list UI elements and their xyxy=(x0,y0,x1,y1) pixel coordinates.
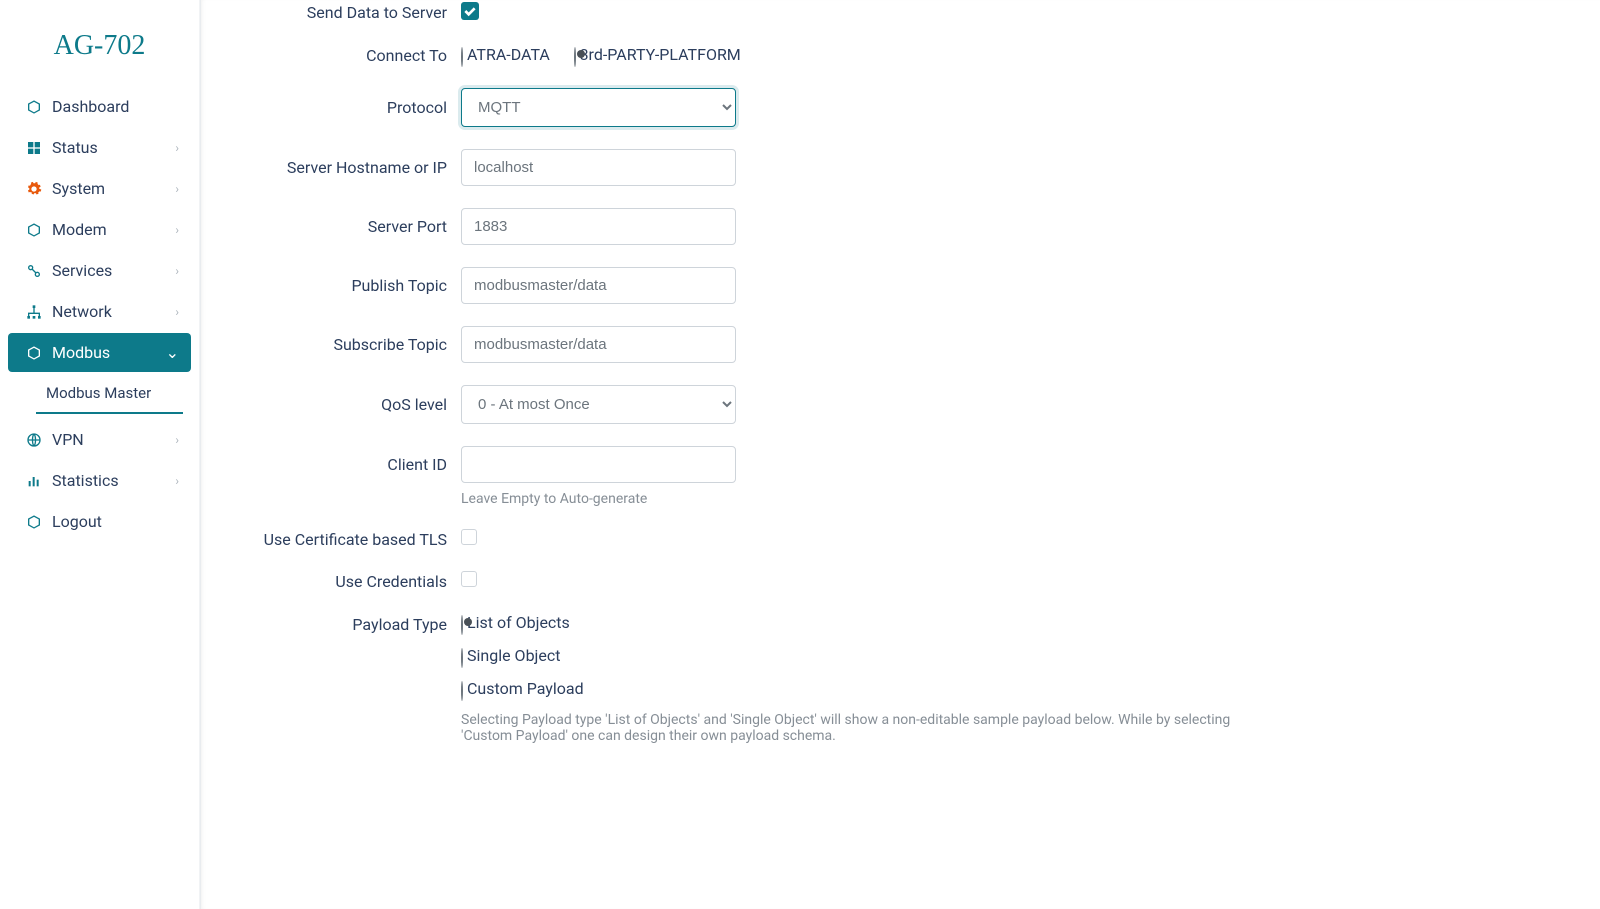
row-subscribe: Subscribe Topic xyxy=(241,326,1560,363)
radio-custom-payload[interactable] xyxy=(461,681,463,701)
label-connect-to: Connect To xyxy=(241,46,461,65)
row-client-id: Client ID xyxy=(241,446,1560,483)
sidebar-item-network[interactable]: Network› xyxy=(8,292,191,331)
chevron-right-icon: › xyxy=(175,474,179,488)
row-qos: QoS level 0 - At most Once xyxy=(241,385,1560,424)
chevron-right-icon: › xyxy=(175,264,179,278)
label-tls: Use Certificate based TLS xyxy=(241,530,461,549)
chevron-right-icon: › xyxy=(175,305,179,319)
chevron-right-icon: › xyxy=(175,141,179,155)
sidebar-item-label: Network xyxy=(52,302,175,321)
sidebar-item-label: Dashboard xyxy=(52,97,179,116)
check-icon xyxy=(462,3,478,19)
label-hostname: Server Hostname or IP xyxy=(241,158,461,177)
grid-icon xyxy=(26,140,42,156)
checkbox-send-data[interactable] xyxy=(461,2,479,20)
select-protocol[interactable]: MQTT xyxy=(461,88,736,127)
row-hostname: Server Hostname or IP xyxy=(241,149,1560,186)
label-port: Server Port xyxy=(241,217,461,236)
checkbox-cred[interactable] xyxy=(461,571,477,587)
row-tls: Use Certificate based TLS xyxy=(241,529,1560,549)
label-payload: Payload Type xyxy=(241,613,461,634)
label-cred: Use Credentials xyxy=(241,572,461,591)
sidebar-item-label: Modbus xyxy=(52,343,166,362)
box-icon xyxy=(26,222,42,238)
sidebar-item-statistics[interactable]: Statistics› xyxy=(8,461,191,500)
sidebar-item-label: Status xyxy=(52,138,175,157)
row-connect-to: Connect To ATRA-DATA 3rd-PARTY-PLATFORM xyxy=(241,45,1560,66)
row-cred: Use Credentials xyxy=(241,571,1560,591)
sidebar-item-system[interactable]: System› xyxy=(8,169,191,208)
label-publish: Publish Topic xyxy=(241,276,461,295)
row-protocol: Protocol MQTT xyxy=(241,88,1560,127)
sidebar-item-services[interactable]: Services› xyxy=(8,251,191,290)
input-subscribe[interactable] xyxy=(461,326,736,363)
radio-label-list-of-objects[interactable]: List of Objects xyxy=(467,613,570,632)
sidebar-item-vpn[interactable]: VPN› xyxy=(8,420,191,459)
sidebar-item-label: Logout xyxy=(52,512,179,531)
radio-label-single-object[interactable]: Single Object xyxy=(467,646,560,665)
link-icon xyxy=(26,263,42,279)
sidebar-item-modem[interactable]: Modem› xyxy=(8,210,191,249)
row-client-id-help: Leave Empty to Auto-generate xyxy=(241,485,1560,507)
row-publish: Publish Topic xyxy=(241,267,1560,304)
sidebar-item-label: System xyxy=(52,179,175,198)
label-subscribe: Subscribe Topic xyxy=(241,335,461,354)
chevron-right-icon: › xyxy=(175,433,179,447)
help-client-id: Leave Empty to Auto-generate xyxy=(461,491,1241,507)
chevron-right-icon: › xyxy=(175,223,179,237)
input-client-id[interactable] xyxy=(461,446,736,483)
radio-label-3rd-party[interactable]: 3rd-PARTY-PLATFORM xyxy=(580,45,741,64)
sitemap-icon xyxy=(26,304,42,320)
sidebar-subitem-modbus-master[interactable]: Modbus Master xyxy=(36,376,183,414)
label-client-id: Client ID xyxy=(241,455,461,474)
box-icon xyxy=(26,514,42,530)
main-content: Send Data to Server Connect To ATRA-DATA… xyxy=(200,0,1600,909)
globe-icon xyxy=(26,432,42,448)
brand-title: AG-702 xyxy=(0,10,199,87)
row-payload: Payload Type List of Objects Single Obje… xyxy=(241,613,1560,744)
radio-atra-data[interactable] xyxy=(461,47,463,67)
chevron-right-icon: ⌄ xyxy=(166,343,179,362)
input-hostname[interactable] xyxy=(461,149,736,186)
sidebar-item-label: Modem xyxy=(52,220,175,239)
radio-3rd-party[interactable] xyxy=(574,47,576,67)
radio-label-atra-data[interactable]: ATRA-DATA xyxy=(467,45,550,64)
chevron-right-icon: › xyxy=(175,182,179,196)
gear-icon xyxy=(26,181,42,197)
box-icon xyxy=(26,345,42,361)
sidebar-item-status[interactable]: Status› xyxy=(8,128,191,167)
sidebar-item-dashboard[interactable]: Dashboard xyxy=(8,87,191,126)
row-port: Server Port xyxy=(241,208,1560,245)
label-send-data: Send Data to Server xyxy=(241,3,461,22)
row-send-data: Send Data to Server xyxy=(241,2,1560,23)
help-payload: Selecting Payload type 'List of Objects'… xyxy=(461,712,1241,744)
radio-single-object[interactable] xyxy=(461,648,463,668)
radio-list-of-objects[interactable] xyxy=(461,615,463,635)
select-qos[interactable]: 0 - At most Once xyxy=(461,385,736,424)
input-port[interactable] xyxy=(461,208,736,245)
label-protocol: Protocol xyxy=(241,98,461,117)
input-publish[interactable] xyxy=(461,267,736,304)
radio-label-custom-payload[interactable]: Custom Payload xyxy=(467,679,584,698)
bars-icon xyxy=(26,473,42,489)
sidebar-item-modbus[interactable]: Modbus⌄ xyxy=(8,333,191,372)
sidebar-item-label: Services xyxy=(52,261,175,280)
box-icon xyxy=(26,99,42,115)
sidebar: AG-702 DashboardStatus›System›Modem›Serv… xyxy=(0,0,200,909)
sidebar-item-label: Statistics xyxy=(52,471,175,490)
sidebar-item-logout[interactable]: Logout xyxy=(8,502,191,541)
checkbox-tls[interactable] xyxy=(461,529,477,545)
label-qos: QoS level xyxy=(241,395,461,414)
sidebar-item-label: VPN xyxy=(52,430,175,449)
